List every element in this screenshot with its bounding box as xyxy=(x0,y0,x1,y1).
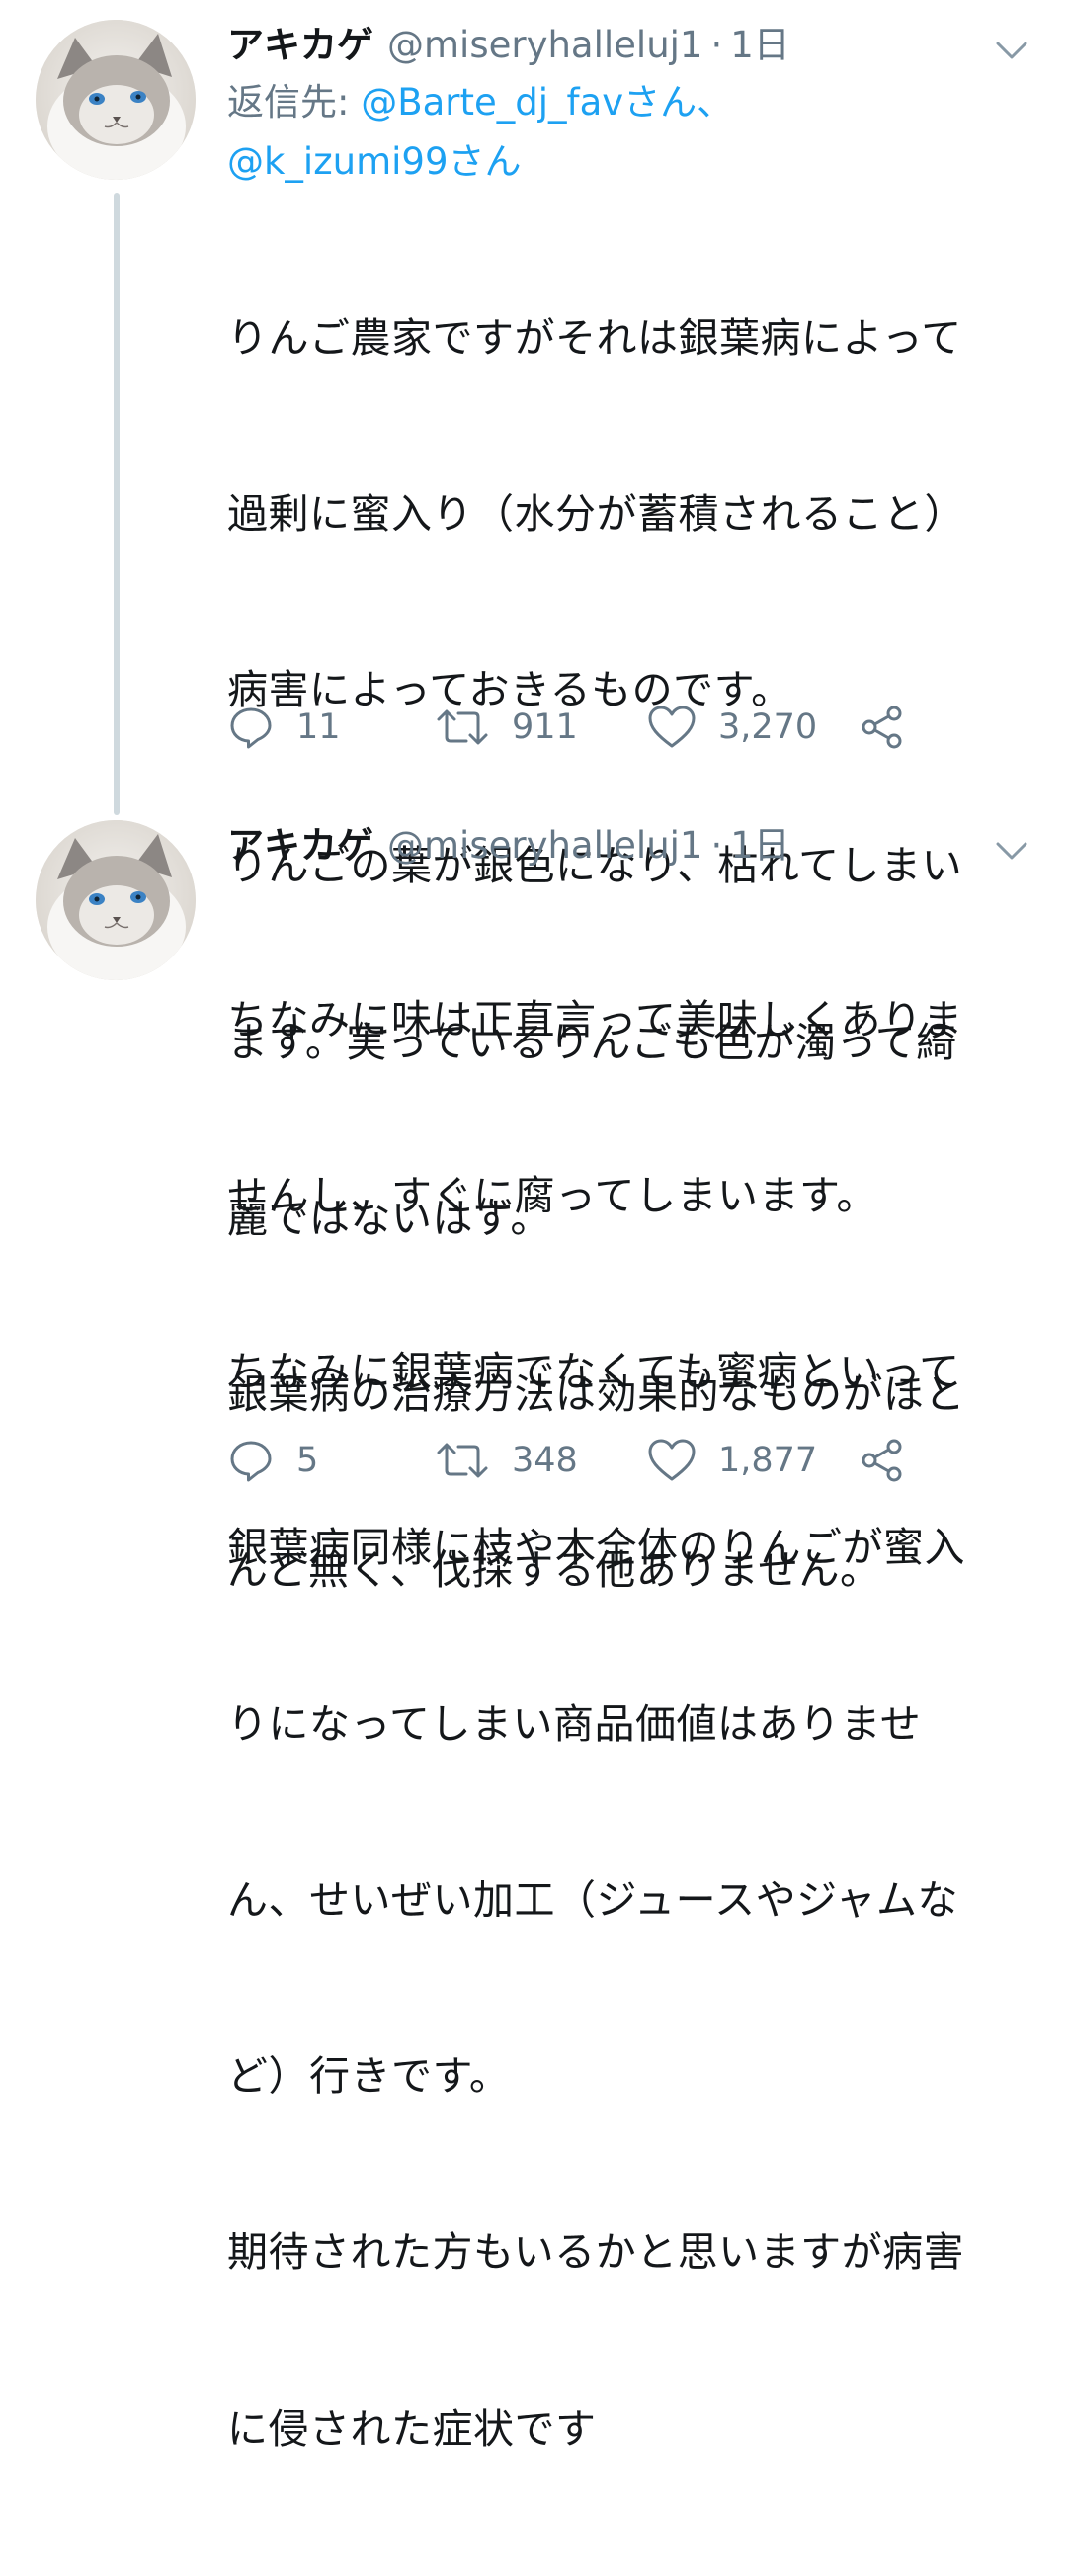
retweet-icon xyxy=(437,709,488,745)
reply-button[interactable]: 11 xyxy=(227,698,341,757)
tweet-actions: 5 348 1,877 xyxy=(227,1431,978,1490)
tweet-text: ちなみに味は正直言って美味しくありま せんし、すぐに腐ってしまいます。 ちなみに… xyxy=(227,873,1037,2576)
tweet[interactable]: アキカゲ @miseryhalleluj1 · 1日 返信先: @Barte_d… xyxy=(0,0,1067,1594)
retweet-button[interactable]: 348 xyxy=(435,1431,578,1490)
tweet-actions: 11 911 3,270 xyxy=(227,698,978,757)
heart-icon xyxy=(648,1439,696,1481)
avatar[interactable] xyxy=(36,20,196,180)
tweet-text-line: ど）行きです。 xyxy=(227,2052,511,2101)
share-button[interactable] xyxy=(858,1431,907,1490)
user-handle[interactable]: @miseryhalleluj1 xyxy=(387,18,702,73)
tweet-text-line: 銀葉病同様に枝や木全体のりんごが蜜入 xyxy=(227,1524,965,1572)
reply-count: 5 xyxy=(296,1441,319,1480)
reply-mention[interactable]: @k_izumi99さん xyxy=(227,140,521,183)
speech-bubble-icon xyxy=(230,1441,272,1482)
cat-avatar-image xyxy=(36,820,196,980)
display-name[interactable]: アキカゲ xyxy=(227,18,373,73)
reply-button[interactable]: 5 xyxy=(227,1431,318,1490)
tweet-text-line: 期待された方もいるかと思いますが病害 xyxy=(227,2228,965,2277)
retweet-icon xyxy=(437,1443,488,1478)
retweet-count: 348 xyxy=(512,1441,578,1480)
display-name[interactable]: アキカゲ xyxy=(227,818,373,873)
tweet-text-line: りんご農家ですがそれは銀葉病によって xyxy=(227,313,962,362)
reply-mention[interactable]: @Barte_dj_favさん、 xyxy=(361,81,733,124)
share-icon xyxy=(862,706,902,749)
tweet-text-line: ん、せいぜい加工（ジュースやジャムな xyxy=(227,1875,959,1924)
chevron-down-icon[interactable] xyxy=(992,36,1031,65)
reply-label: 返信先: xyxy=(227,81,362,124)
separator: · xyxy=(710,24,723,66)
reply-count: 11 xyxy=(296,707,341,747)
tweet-text-line: りになってしまい商品価値はありませ xyxy=(227,1700,922,1748)
like-count: 1,877 xyxy=(718,1441,818,1480)
like-count: 3,270 xyxy=(718,707,818,747)
share-button[interactable] xyxy=(858,698,907,757)
tweet-text-line: に侵された症状です xyxy=(227,2404,597,2452)
speech-bubble-icon xyxy=(230,707,272,749)
tweet-text-line: ちなみに銀葉病でなくても蜜病といって xyxy=(227,1348,960,1396)
chevron-down-icon[interactable] xyxy=(992,836,1031,866)
heart-icon xyxy=(648,706,696,748)
tweet[interactable]: アキカゲ @miseryhalleluj1 · 1日 ちなみに味は正直言って美味… xyxy=(0,798,1067,2452)
like-button[interactable]: 1,877 xyxy=(647,1431,817,1490)
user-handle[interactable]: @miseryhalleluj1 xyxy=(387,818,702,873)
retweet-count: 911 xyxy=(512,707,578,747)
avatar[interactable] xyxy=(36,820,196,980)
tweet-text-line: せんし、すぐに腐ってしまいます。 xyxy=(227,1172,877,1220)
separator: · xyxy=(710,824,723,867)
like-button[interactable]: 3,270 xyxy=(647,698,817,757)
tweet-text-line: ちなみに味は正直言って美味しくありま xyxy=(227,995,963,1043)
retweet-button[interactable]: 911 xyxy=(435,698,578,757)
timestamp[interactable]: 1日 xyxy=(730,818,790,873)
reply-context: 返信先: @Barte_dj_favさん、 @k_izumi99さん xyxy=(227,73,1037,192)
timestamp[interactable]: 1日 xyxy=(730,18,790,73)
share-icon xyxy=(862,1439,902,1482)
cat-avatar-image xyxy=(36,20,196,180)
tweet-text-line: 過剰に蜜入り（水分が蓄積されること） xyxy=(227,490,965,539)
